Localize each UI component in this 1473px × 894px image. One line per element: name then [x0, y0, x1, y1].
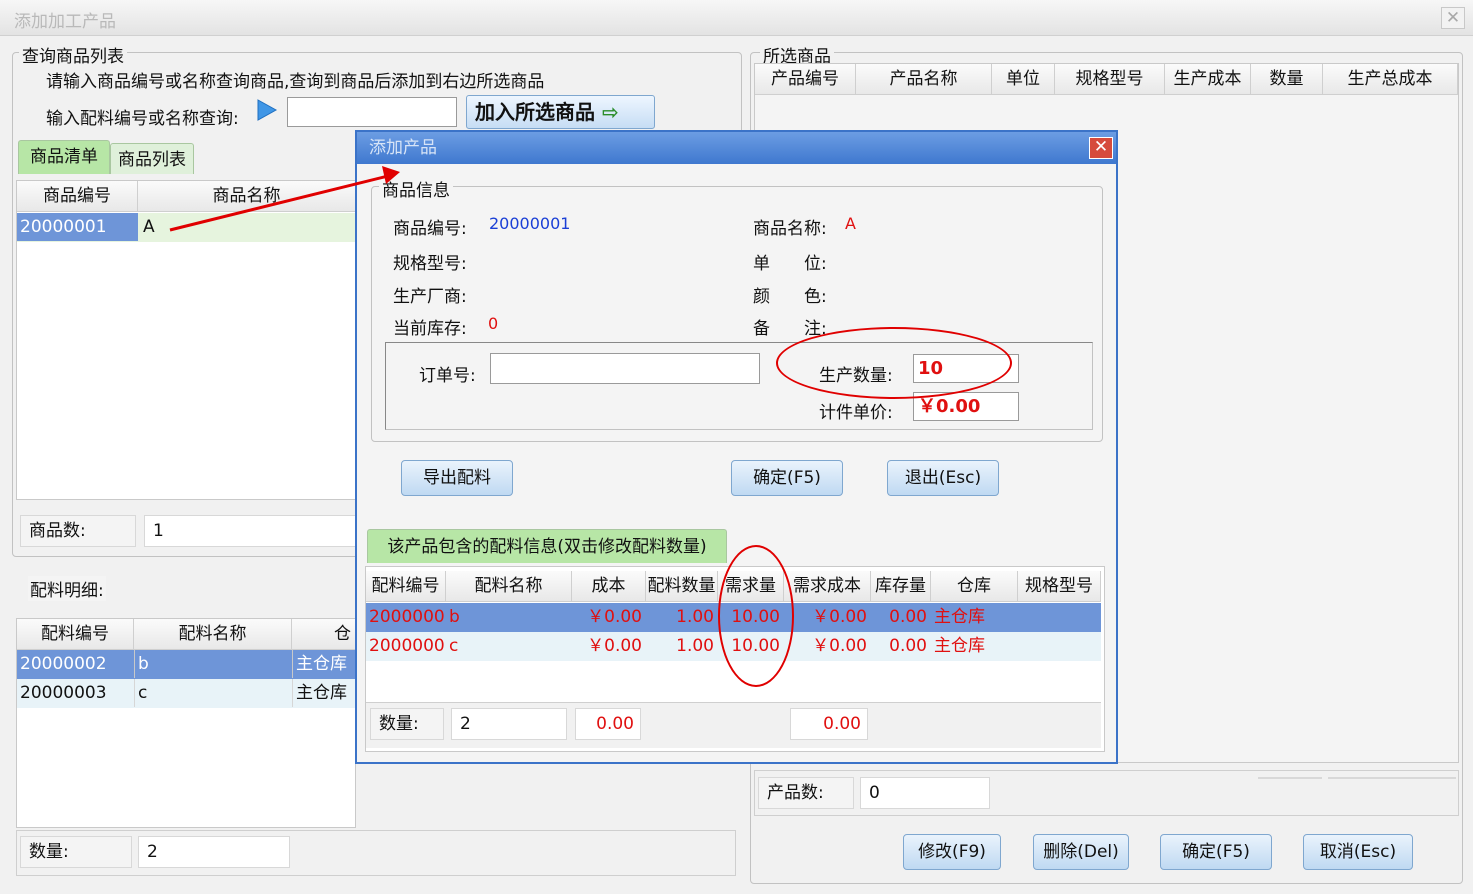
code-value: 20000001	[489, 214, 571, 233]
d-cost-cell: ￥0.00	[587, 636, 642, 656]
product-code-cell: 20000001	[17, 213, 138, 241]
order-input[interactable]	[490, 353, 760, 384]
name-value: A	[845, 214, 856, 233]
col-selected-qty: 数量	[1251, 64, 1323, 95]
col-ingredient-code: 配料编号	[17, 619, 134, 650]
col-d-name: 配料名称	[446, 571, 572, 602]
col-selected-spec: 规格型号	[1055, 64, 1165, 95]
col-product-code: 商品编号	[17, 181, 138, 212]
window-close-button[interactable]: ✕	[1441, 7, 1465, 29]
arrow-right-icon	[256, 98, 278, 122]
product-count-value: 1	[144, 515, 356, 547]
d-warehouse-cell: 主仓库	[934, 607, 985, 627]
edit-button[interactable]: 修改(F9)	[903, 834, 1001, 870]
col-selected-name: 产品名称	[856, 64, 992, 95]
dialog-sum-cost: 0.00	[575, 708, 641, 740]
add-selected-button[interactable]: 加入所选商品 ⇨	[466, 95, 655, 129]
d-name-cell: b	[449, 607, 460, 627]
col-d-warehouse: 仓库	[931, 571, 1018, 602]
ingredients-label: 配料明细:	[28, 576, 106, 601]
ingredient-warehouse-cell: 主仓库	[292, 650, 356, 678]
annotation-circle-demand	[718, 545, 794, 687]
add-selected-label: 加入所选商品	[475, 100, 595, 124]
ingredient-name-cell: b	[134, 650, 292, 678]
search-input[interactable]	[287, 97, 457, 127]
selected-sum-cost	[1258, 777, 1322, 779]
col-d-stock: 库存量	[871, 571, 931, 602]
d-ratio-cell: 1.00	[676, 636, 714, 656]
d-stock-cell: 0.00	[889, 607, 927, 627]
d-warehouse-cell: 主仓库	[934, 636, 985, 656]
annotation-circle-qty	[776, 327, 1012, 399]
col-ingredient-name: 配料名称	[134, 619, 292, 650]
col-d-spec: 规格型号	[1018, 571, 1101, 602]
col-d-ratio: 配料数量	[646, 571, 718, 602]
d-cost-cell: ￥0.00	[587, 607, 642, 627]
unit-label: 单 位:	[753, 254, 827, 274]
query-hint: 请输入商品编号或名称查询商品,查询到商品后添加到右边所选商品	[46, 72, 545, 92]
ingredient-warehouse-cell: 主仓库	[292, 679, 356, 707]
search-label: 输入配料编号或名称查询:	[46, 109, 239, 129]
col-warehouse: 仓	[292, 619, 356, 650]
confirm-button[interactable]: 确定(F5)	[1160, 834, 1272, 870]
dialog-title: 添加产品	[357, 132, 1116, 164]
stock-value: 0	[488, 314, 499, 333]
double-arrow-icon: ⇨	[601, 100, 619, 124]
ingredient-count-value: 2	[138, 836, 290, 868]
export-ingredients-button[interactable]: 导出配料	[401, 460, 513, 496]
ingredient-count-label: 数量:	[20, 836, 132, 868]
dialog-close-button[interactable]: ✕	[1089, 137, 1113, 159]
col-selected-cost: 生产成本	[1165, 64, 1251, 95]
col-selected-unit: 单位	[992, 64, 1055, 95]
d-code-cell: 2000000	[369, 636, 445, 656]
annotation-arrow-icon	[169, 166, 400, 232]
selected-count-value: 0	[860, 777, 990, 809]
tab-ingredient-info[interactable]: 该产品包含的配料信息(双击修改配料数量)	[367, 529, 727, 563]
d-demand-cost-cell: ￥0.00	[812, 607, 867, 627]
selected-count-label: 产品数:	[758, 777, 854, 809]
color-label: 颜 色:	[753, 287, 827, 307]
col-d-cost: 成本	[572, 571, 646, 602]
dialog-count-value: 2	[451, 708, 567, 740]
name-label: 商品名称:	[753, 219, 827, 239]
d-stock-cell: 0.00	[889, 636, 927, 656]
d-ratio-cell: 1.00	[676, 607, 714, 627]
product-count-label: 商品数:	[20, 515, 136, 547]
ingredient-name-cell: c	[134, 679, 292, 707]
ingredient-code-cell: 20000003	[20, 683, 107, 703]
cancel-button[interactable]: 取消(Esc)	[1303, 834, 1413, 870]
delete-button[interactable]: 删除(Del)	[1033, 834, 1129, 870]
stock-label: 当前库存:	[393, 319, 467, 339]
window-title: 添加加工产品	[14, 12, 116, 32]
price-label: 计件单价:	[819, 403, 893, 423]
col-d-demand-cost: 需求成本	[784, 571, 871, 602]
dialog-count-label: 数量:	[370, 708, 444, 740]
dialog-sum-demand-cost: 0.00	[790, 708, 868, 740]
window-titlebar: 添加加工产品 ✕	[0, 0, 1473, 36]
order-label: 订单号:	[419, 366, 476, 386]
ingredient-code-cell: 20000002	[20, 654, 107, 674]
col-selected-code: 产品编号	[755, 64, 856, 95]
dialog-exit-button[interactable]: 退出(Esc)	[887, 460, 999, 496]
dialog-confirm-button[interactable]: 确定(F5)	[731, 460, 843, 496]
col-d-code: 配料编号	[366, 571, 446, 602]
tab-product-list[interactable]: 商品清单	[18, 140, 110, 174]
col-selected-total-cost: 生产总成本	[1323, 64, 1458, 95]
selected-sum-total	[1328, 777, 1456, 779]
d-demand-cost-cell: ￥0.00	[812, 636, 867, 656]
maker-label: 生产厂商:	[393, 287, 467, 307]
d-code-cell: 2000000	[369, 607, 445, 627]
query-legend: 查询商品列表	[19, 42, 127, 67]
spec-label: 规格型号:	[393, 254, 467, 274]
d-name-cell: c	[449, 636, 459, 656]
